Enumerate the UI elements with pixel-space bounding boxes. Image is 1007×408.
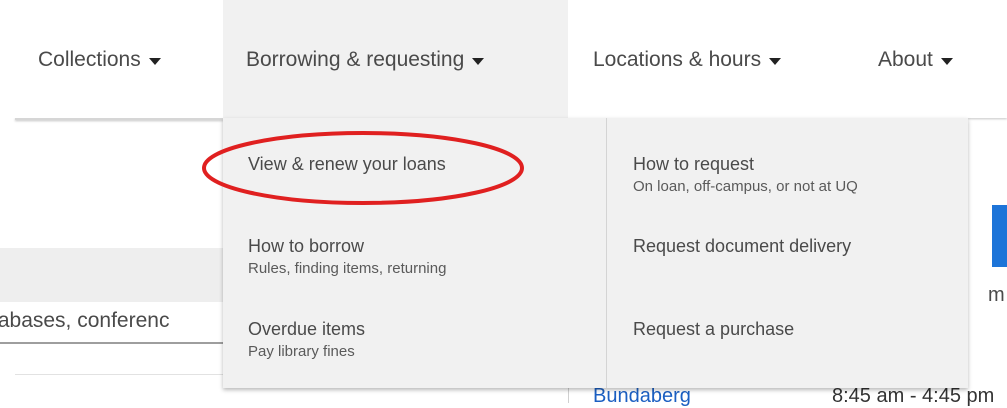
menu-item-title: Request document delivery: [633, 236, 852, 256]
location-link-bundaberg[interactable]: Bundaberg: [593, 385, 691, 408]
nav-item-about[interactable]: About: [878, 0, 953, 118]
menu-item-subtitle: Rules, finding items, returning: [248, 260, 447, 277]
caret-down-icon: [472, 58, 485, 65]
nav-item-label: Collections: [38, 48, 141, 71]
menu-item-request-purchase[interactable]: Request a purchase: [633, 318, 794, 340]
header-shadow-left: [15, 118, 225, 120]
caret-down-icon: [148, 58, 161, 65]
location-hours: 8:45 am - 4:45 pm: [832, 385, 995, 407]
caret-down-icon: [940, 58, 953, 65]
search-input[interactable]: tabases, conferenc: [0, 302, 225, 344]
menu-item-title: How to request: [633, 154, 755, 174]
content-divider: [15, 374, 225, 375]
nav-item-label: Locations & hours: [593, 48, 762, 71]
menu-item-title: How to borrow: [248, 236, 365, 256]
menu-item-subtitle: On loan, off-campus, or not at UQ: [633, 178, 858, 195]
menu-item-how-to-borrow[interactable]: How to borrow Rules, finding items, retu…: [248, 235, 446, 279]
menu-item-title: Overdue items: [248, 319, 366, 339]
menu-item-title: Request a purchase: [633, 319, 795, 339]
nav-item-label: Borrowing & requesting: [246, 48, 465, 71]
menu-item-overdue-items[interactable]: Overdue items Pay library fines: [248, 318, 365, 362]
search-panel-background: [0, 248, 225, 303]
menu-item-how-to-request[interactable]: How to request On loan, off-campus, or n…: [633, 153, 858, 197]
partial-text: m: [988, 284, 1005, 306]
search-button[interactable]: [992, 205, 1007, 267]
nav-item-collections[interactable]: Collections: [38, 0, 161, 118]
menu-item-request-document-delivery[interactable]: Request document delivery: [633, 235, 851, 257]
nav-item-label: About: [878, 48, 933, 71]
menu-item-title: View & renew your loans: [248, 154, 446, 174]
nav-item-locations-hours[interactable]: Locations & hours: [593, 0, 782, 118]
menu-item-subtitle: Pay library fines: [248, 343, 355, 360]
nav-item-borrowing-requesting[interactable]: Borrowing & requesting: [223, 0, 568, 120]
menu-item-view-renew-loans[interactable]: View & renew your loans: [248, 153, 446, 175]
main-navigation: Collections Borrowing & requesting Locat…: [0, 0, 1007, 120]
borrowing-dropdown-menu: View & renew your loans How to borrow Ru…: [223, 118, 968, 388]
dropdown-column-divider: [606, 118, 607, 388]
caret-down-icon: [769, 58, 782, 65]
